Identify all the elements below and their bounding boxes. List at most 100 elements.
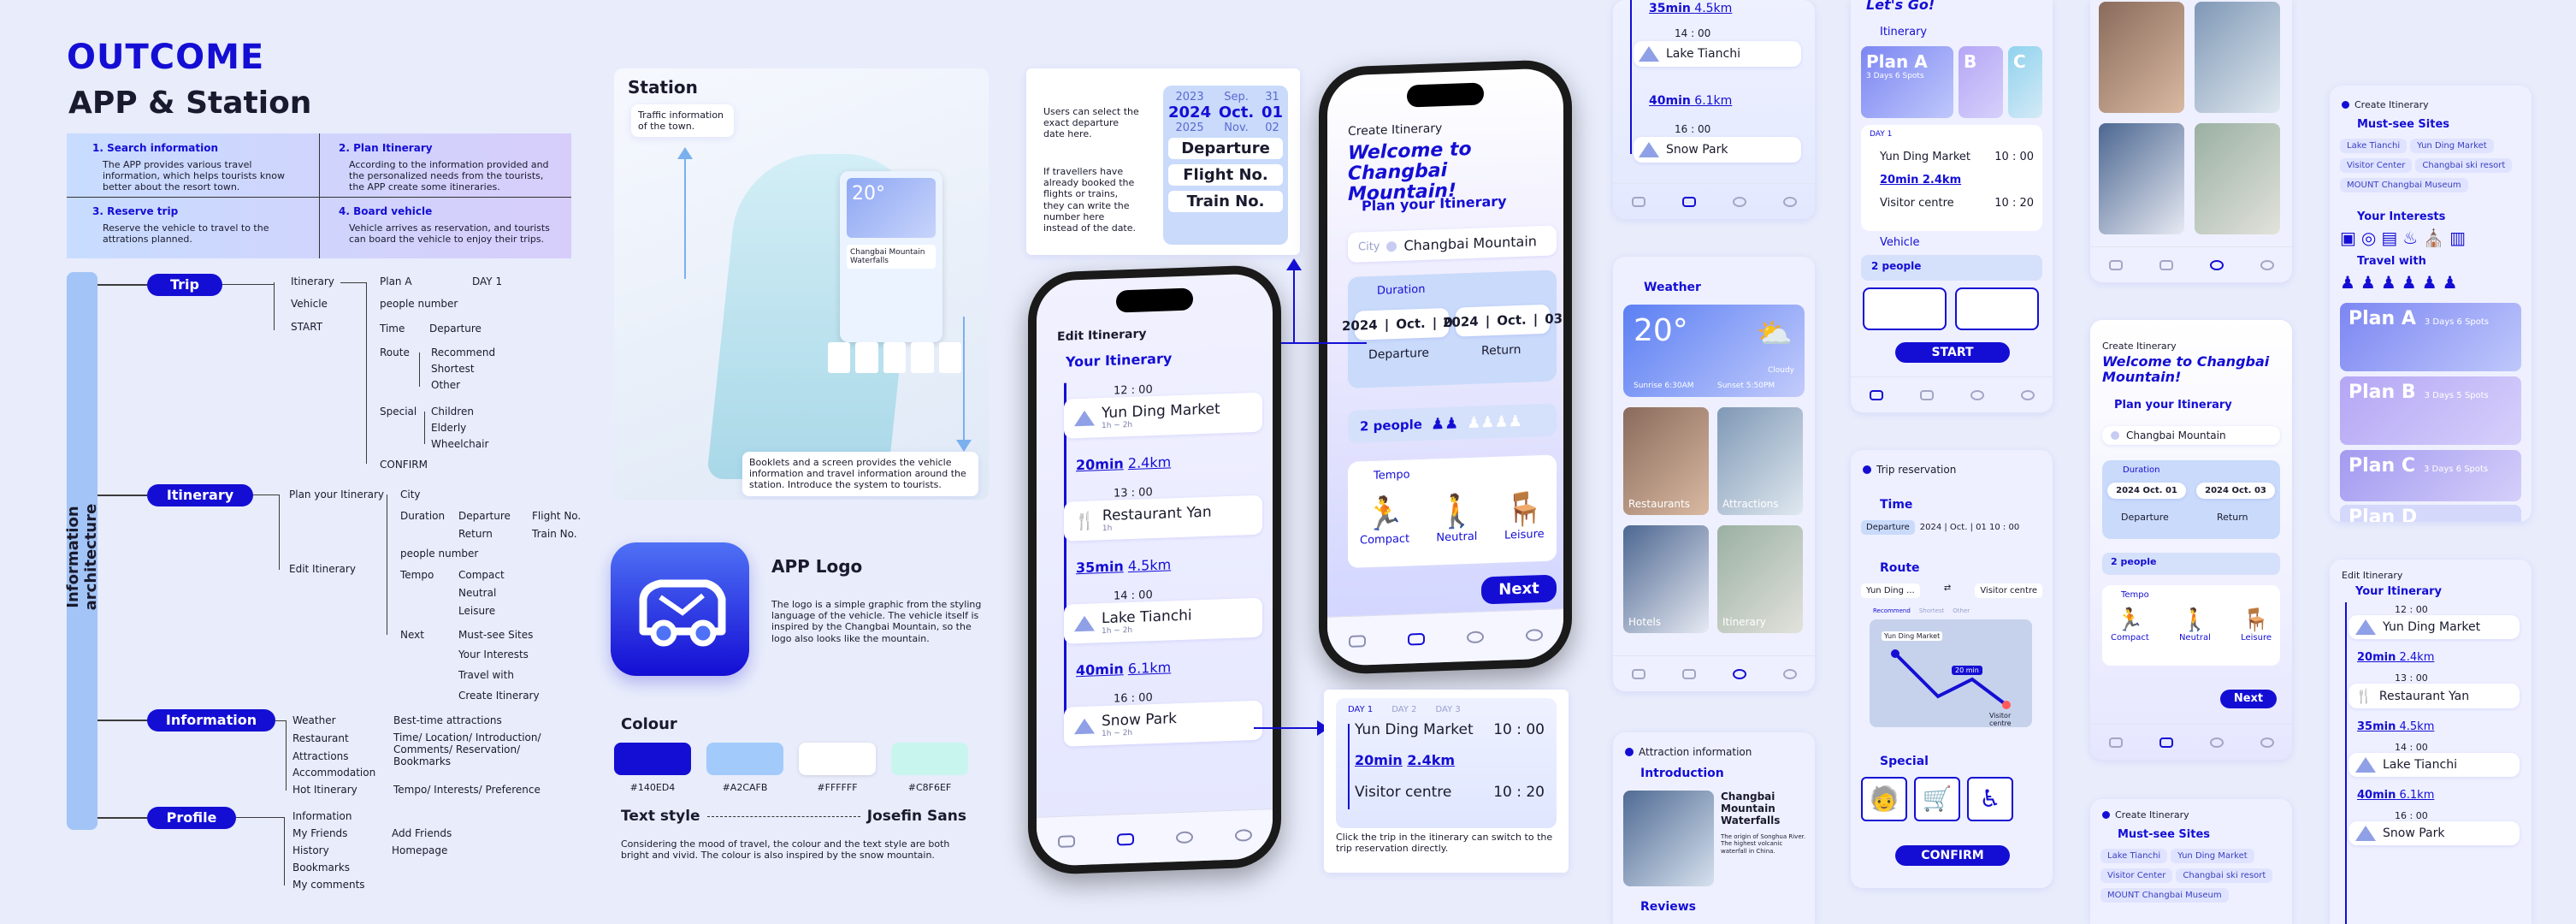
route-tab-icon[interactable] <box>2159 259 2173 270</box>
photo-mountain[interactable] <box>2195 2 2280 113</box>
dep-date[interactable]: 2024 | Oct. | 01 <box>1342 307 1462 341</box>
day-tabs[interactable]: DAY 1 DAY 2 DAY 3 <box>1348 705 1545 714</box>
route-tab-icon[interactable] <box>1407 632 1425 646</box>
ret-date[interactable]: 2024 | Oct. | 03 <box>1443 304 1563 337</box>
car-tab-icon[interactable] <box>2108 737 2123 748</box>
next-button[interactable]: Next <box>1481 574 1557 605</box>
vehicle-option-2[interactable] <box>1955 287 2039 330</box>
c3-ret[interactable]: 2024 Oct. 03 <box>2196 483 2275 499</box>
search-tab-icon[interactable] <box>1466 630 1484 643</box>
c3-city[interactable]: Changbai Mountain <box>2102 426 2280 445</box>
date-departure[interactable]: Departure <box>1168 138 1283 159</box>
c4-stop-restaurant[interactable]: 🍴 Restaurant Yan <box>2349 684 2520 708</box>
c4-stop-yunding[interactable]: Yun Ding Market <box>2349 615 2520 639</box>
c4-stop-tianchi[interactable]: Lake Tianchi <box>2349 753 2520 777</box>
route-map[interactable]: Yun Ding Market Visitor centre 20 min <box>1870 619 2032 727</box>
search-tab-icon[interactable] <box>2209 259 2224 270</box>
tile-itinerary[interactable]: Itinerary <box>1717 525 1803 633</box>
route-tab-icon[interactable] <box>1919 389 1934 400</box>
chip[interactable]: Visitor Center <box>2100 868 2173 883</box>
search-tab-icon[interactable] <box>1732 668 1746 679</box>
c2-route-row[interactable]: Yun Ding ... ⇄ Visitor centre <box>1861 583 2042 598</box>
c4-leg-1[interactable]: 20min 2.4km <box>2357 651 2520 664</box>
stop-restaurant[interactable]: 🍴 Restaurant Yan 1h <box>1064 495 1262 542</box>
profile-tab-icon[interactable] <box>1525 628 1543 642</box>
c2-time-row[interactable]: Departure 2024 | Oct. | 01 10 : 00 <box>1861 520 2042 535</box>
c4-stop-snowpark[interactable]: Snow Park <box>2349 821 2520 845</box>
weather-card[interactable]: 20° ⛅ Cloudy Sunrise 6:30AM Sunset 5:50P… <box>1623 305 1805 397</box>
c3-tempo-compact[interactable]: 🏃 Compact <box>2111 607 2149 643</box>
tile-attractions[interactable]: Attractions <box>1717 407 1803 515</box>
trip-from[interactable]: Yun Ding Market 10 : 00 <box>1348 721 1545 738</box>
profile-tab-icon[interactable] <box>1234 828 1252 842</box>
c2-trip-card[interactable]: DAY 1 Yun Ding Market 10 : 00 20min 2.4km… <box>1861 125 2042 231</box>
chip[interactable]: MOUNT Changbai Museum <box>2340 178 2468 192</box>
date-picker[interactable]: 2023 2024 2025 Sep. Oct. Nov. 31 01 02 <box>1168 91 1283 134</box>
plan-c-card[interactable]: C <box>2008 46 2042 118</box>
chip[interactable]: Yun Ding Market <box>2171 849 2254 863</box>
leg-1[interactable]: 20min 2.4km <box>1076 451 1262 473</box>
profile-tab-icon[interactable] <box>1782 668 1797 679</box>
c3-tempo-leisure[interactable]: 🪑 Leisure <box>2241 607 2272 643</box>
profile-tab-icon[interactable] <box>1782 196 1797 207</box>
travel-with-icons[interactable]: ♟♟♟♟♟♟ <box>2340 272 2463 293</box>
tile-restaurants[interactable]: Restaurants <box>1623 407 1709 515</box>
tempo-leisure[interactable]: 🪑 Leisure <box>1504 489 1545 542</box>
car-tab-icon[interactable] <box>1869 389 1883 400</box>
chip[interactable]: Lake Tianchi <box>2340 139 2408 153</box>
c4-plan-a[interactable]: Plan A3 Days 6 Spots <box>2340 303 2521 371</box>
search-tab-icon[interactable] <box>1175 830 1193 844</box>
chip[interactable]: MOUNT Changbai Museum <box>2100 888 2229 903</box>
wheelchair-icon[interactable]: ♿ <box>1967 777 2013 821</box>
elderly-icon[interactable]: 🧓 <box>1861 777 1907 821</box>
chip[interactable]: Changbai ski resort <box>2415 158 2513 173</box>
photo-hotel[interactable] <box>2099 123 2184 234</box>
leg-3[interactable]: 40min 6.1km <box>1076 656 1262 678</box>
c3-next-button[interactable]: Next <box>2220 690 2277 708</box>
city-select[interactable]: City Changbai Mountain <box>1348 225 1557 263</box>
swap-icon[interactable]: ⇄ <box>1944 583 1951 598</box>
leg-2[interactable]: 35min 4.5km <box>1076 554 1262 576</box>
c4-plan-b[interactable]: Plan B3 Days 5 Spots <box>2340 376 2521 445</box>
chip[interactable]: Changbai ski resort <box>2176 868 2273 883</box>
c4-plan-d[interactable]: Plan D <box>2340 505 2521 522</box>
confirm-button[interactable]: CONFIRM <box>1895 845 2010 866</box>
vehicle-option-1[interactable] <box>1863 287 1947 330</box>
c4-leg-3[interactable]: 40min 6.1km <box>2357 789 2520 802</box>
search-tab-icon[interactable] <box>1732 196 1746 207</box>
search-tab-icon[interactable] <box>1970 389 1984 400</box>
date-train[interactable]: Train No. <box>1168 191 1283 212</box>
stop-tianchi[interactable]: Lake Tianchi 1h ~ 2h <box>1064 597 1262 644</box>
search-tab-icon[interactable] <box>2209 737 2224 748</box>
c4-plan-c[interactable]: Plan C3 Days 6 Spots <box>2340 450 2521 501</box>
c1-leg[interactable]: 40min 6.1km <box>1649 94 1732 108</box>
route-tab-icon[interactable] <box>2159 737 2173 748</box>
car-tab-icon[interactable] <box>1057 834 1075 848</box>
photo-map[interactable] <box>2195 123 2280 234</box>
c1-stop-tianchi[interactable]: Lake Tianchi <box>1634 41 1801 67</box>
plan-b-card[interactable]: B <box>1959 46 2003 118</box>
c3-tempo-neutral[interactable]: 🚶 Neutral <box>2179 607 2211 643</box>
car-tab-icon[interactable] <box>1348 634 1366 648</box>
stop-yunding[interactable]: Yun Ding Market 1h ~ 2h <box>1064 392 1262 439</box>
tempo-compact[interactable]: 🏃 Compact <box>1360 494 1409 548</box>
start-button[interactable]: START <box>1895 342 2010 363</box>
chip[interactable]: Yun Ding Market <box>2410 139 2494 153</box>
chip[interactable]: Lake Tianchi <box>2100 849 2168 863</box>
photo-food[interactable] <box>2099 2 2184 113</box>
car-tab-icon[interactable] <box>1631 668 1645 679</box>
route-tab-icon[interactable] <box>1116 832 1134 846</box>
route-tab-icon[interactable] <box>1681 668 1696 679</box>
back-icon[interactable] <box>1863 465 1871 474</box>
trip-to[interactable]: Visitor centre 10 : 20 <box>1348 784 1545 801</box>
date-flight[interactable]: Flight No. <box>1168 164 1283 186</box>
c3-people[interactable]: 2 people <box>2102 553 2280 575</box>
people-select[interactable]: 2 people ♟♟ ♟♟♟♟ <box>1348 403 1557 443</box>
tempo-neutral[interactable]: 🚶 Neutral <box>1436 492 1477 545</box>
route-tab-icon[interactable] <box>1681 196 1696 207</box>
c3-dep[interactable]: 2024 Oct. 01 <box>2107 483 2186 499</box>
c1-stop-snowpark[interactable]: Snow Park <box>1634 137 1801 163</box>
back-icon[interactable] <box>2102 811 2110 819</box>
plan-a-card[interactable]: Plan A3 Days 6 Spots <box>1861 46 1953 118</box>
profile-tab-icon[interactable] <box>2260 259 2274 270</box>
